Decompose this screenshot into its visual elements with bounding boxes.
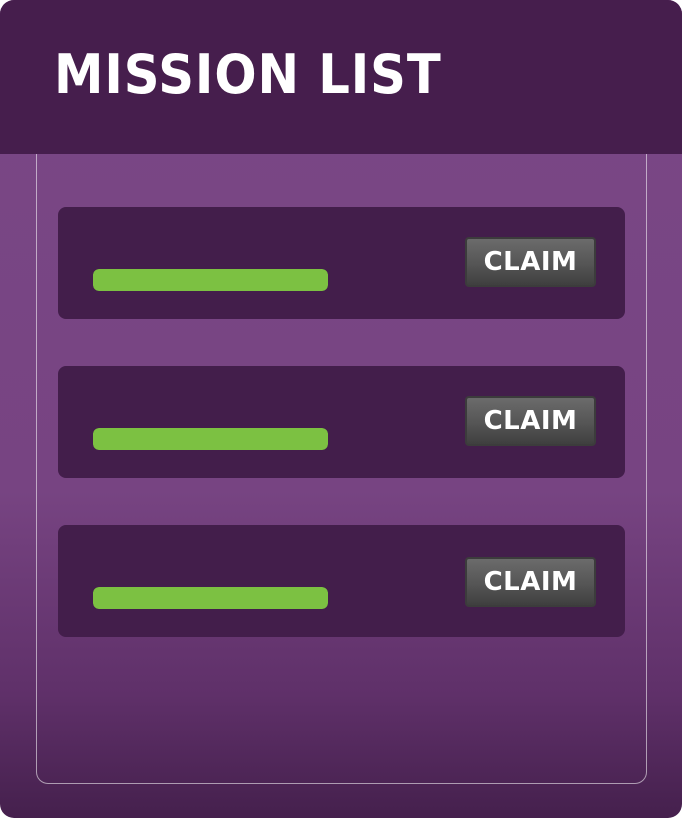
- mission-card: CLAIM: [58, 207, 625, 319]
- progress-bar: [93, 428, 328, 450]
- page-title: MISSION LIST: [54, 43, 442, 106]
- progress-bar: [93, 587, 328, 609]
- mission-card: CLAIM: [58, 366, 625, 478]
- progress-bar-fill: [93, 269, 328, 291]
- progress-bar: [93, 269, 328, 291]
- progress-bar-fill: [93, 428, 328, 450]
- mission-panel: MISSION LIST CLAIM CLAIM CLAIM: [0, 0, 682, 818]
- claim-button[interactable]: CLAIM: [465, 557, 596, 607]
- panel-header: MISSION LIST: [0, 0, 682, 154]
- progress-bar-fill: [93, 587, 328, 609]
- claim-button[interactable]: CLAIM: [465, 237, 596, 287]
- claim-button[interactable]: CLAIM: [465, 396, 596, 446]
- mission-card: CLAIM: [58, 525, 625, 637]
